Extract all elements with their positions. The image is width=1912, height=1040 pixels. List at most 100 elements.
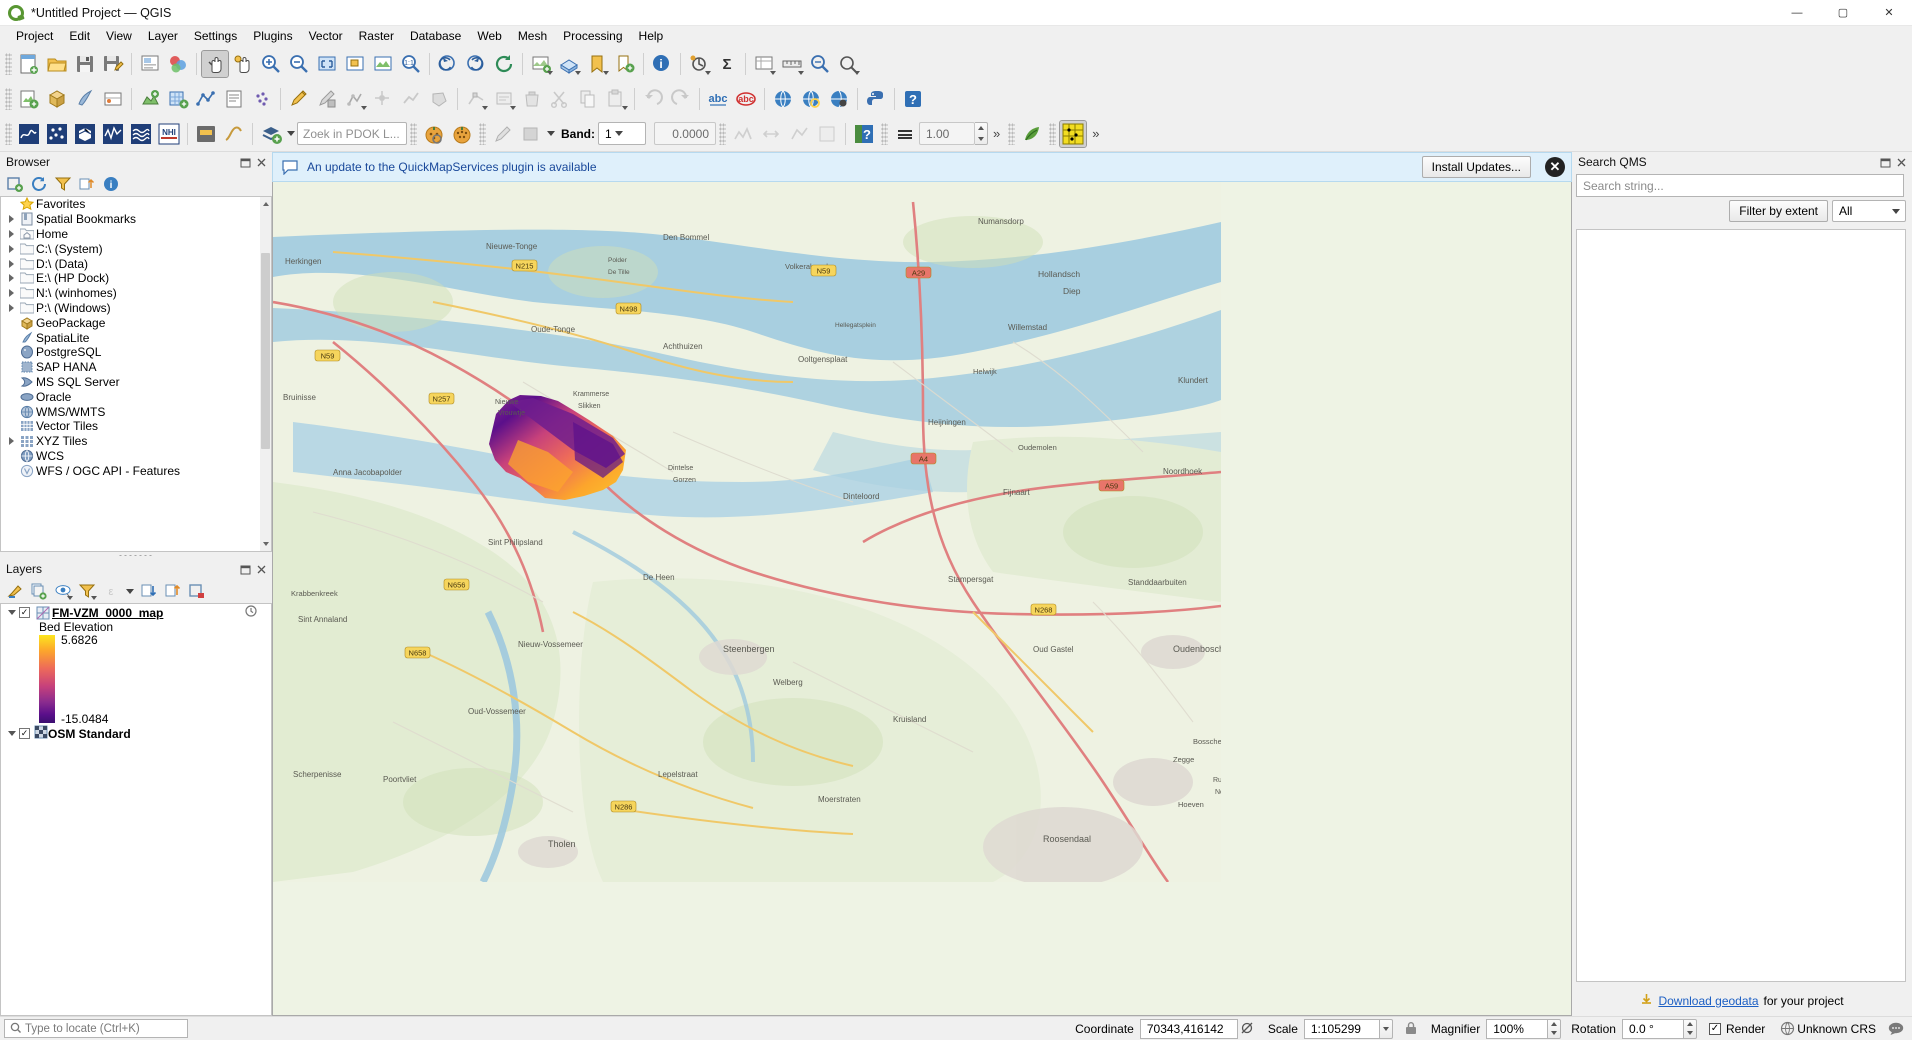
- browser-item-favorites[interactable]: Favorites: [1, 197, 271, 212]
- python-console-icon[interactable]: [863, 86, 889, 112]
- chevron-down-icon[interactable]: [124, 582, 136, 600]
- layer-name[interactable]: FM-VZM_0000_map: [52, 606, 163, 620]
- layers-tree[interactable]: ✓ FM-VZM_0000_map Bed Elevation 5.: [0, 603, 272, 1016]
- browser-item-vector-tiles[interactable]: Vector Tiles: [1, 419, 271, 434]
- qms-settings-icon[interactable]: [826, 86, 852, 112]
- filter-by-extent-button[interactable]: Filter by extent: [1729, 200, 1828, 222]
- browser-item-n-winhomes[interactable]: N:\ (winhomes): [1, 286, 271, 301]
- scroll-up-arrow[interactable]: [261, 199, 270, 209]
- close-icon[interactable]: ✕: [1545, 157, 1565, 177]
- expand-arrow[interactable]: [5, 304, 18, 312]
- crayfish-icon[interactable]: [758, 121, 784, 147]
- download-geodata-link[interactable]: Download geodata: [1658, 994, 1758, 1008]
- add-point-feature-icon[interactable]: [370, 86, 396, 112]
- magnifier-field[interactable]: 100%: [1486, 1019, 1548, 1039]
- float-icon[interactable]: [238, 155, 252, 169]
- save-plugin-icon[interactable]: [193, 121, 219, 147]
- label-toolbar-icon[interactable]: abc: [705, 86, 731, 112]
- scale-field[interactable]: 1:105299: [1304, 1019, 1380, 1039]
- save-layer-edits-icon[interactable]: [314, 86, 340, 112]
- globe-icon[interactable]: [1777, 1021, 1797, 1036]
- clock-indicator-icon[interactable]: [245, 605, 257, 620]
- new-print-layout-icon[interactable]: [137, 51, 163, 77]
- toolbar-overflow-chevron-2[interactable]: »: [1087, 126, 1104, 141]
- menu-raster[interactable]: Raster: [351, 27, 402, 45]
- line-width-stepper[interactable]: [975, 122, 988, 145]
- qms-search-input[interactable]: Search string...: [1576, 174, 1904, 197]
- browser-item-p-windows[interactable]: P:\ (Windows): [1, 301, 271, 316]
- locate-input[interactable]: Type to locate (Ctrl+K): [4, 1019, 188, 1038]
- browser-item-e-hp-dock[interactable]: E:\ (HP Dock): [1, 271, 271, 286]
- menu-layer[interactable]: Layer: [140, 27, 186, 45]
- new-map-view-icon[interactable]: [528, 51, 554, 77]
- identify-features-icon[interactable]: i: [649, 51, 675, 77]
- browser-tree[interactable]: FavoritesSpatial BookmarksHomeC:\ (Syste…: [0, 196, 272, 552]
- add-group-icon[interactable]: [28, 580, 50, 602]
- browser-item-d-data[interactable]: D:\ (Data): [1, 256, 271, 271]
- toolbar-grip[interactable]: [1049, 123, 1056, 145]
- add-mesh-layer-icon[interactable]: [193, 86, 219, 112]
- vertex-tool-icon[interactable]: [463, 86, 489, 112]
- copy-features-icon[interactable]: [575, 86, 601, 112]
- zoom-next-icon[interactable]: [463, 51, 489, 77]
- expand-arrow[interactable]: [5, 260, 18, 268]
- cut-features-icon[interactable]: [547, 86, 573, 112]
- manage-visibility-icon[interactable]: [52, 580, 74, 602]
- qms-filter-select[interactable]: All: [1832, 200, 1906, 222]
- grid-plugin-icon[interactable]: [1060, 121, 1086, 147]
- line-width-value[interactable]: 1.00: [919, 122, 975, 145]
- layer-name[interactable]: OSM Standard: [48, 727, 131, 741]
- filter-legend-icon[interactable]: [76, 580, 98, 602]
- modify-attributes-icon[interactable]: [491, 86, 517, 112]
- zoom-full-icon[interactable]: [314, 51, 340, 77]
- toolbar-grip[interactable]: [5, 123, 12, 145]
- add-polygon-feature-icon[interactable]: [426, 86, 452, 112]
- expand-all-icon[interactable]: [138, 580, 160, 602]
- browser-item-ms-sql-server[interactable]: MS SQL Server: [1, 375, 271, 390]
- nhi-tools-icon[interactable]: [16, 121, 42, 147]
- properties-info-icon[interactable]: i: [100, 173, 122, 195]
- pumpkin-icon[interactable]: [449, 121, 475, 147]
- mesh-icon[interactable]: [786, 121, 812, 147]
- add-point-cloud-icon[interactable]: [249, 86, 275, 112]
- stars-plugin-icon[interactable]: [44, 121, 70, 147]
- add-raster-layer-icon[interactable]: [165, 86, 191, 112]
- profile-icon[interactable]: [730, 121, 756, 147]
- nhi-icon[interactable]: NHI: [156, 121, 182, 147]
- float-icon[interactable]: [238, 562, 252, 576]
- new-bookmark-icon[interactable]: [612, 51, 638, 77]
- new-project-icon[interactable]: [16, 51, 42, 77]
- zoom-to-selection-icon[interactable]: [342, 51, 368, 77]
- expand-arrow[interactable]: [5, 215, 18, 223]
- scroll-down-arrow[interactable]: [261, 539, 270, 549]
- render-checkbox[interactable]: ✓: [1709, 1023, 1721, 1035]
- zoom-in-icon[interactable]: [258, 51, 284, 77]
- zoom-to-layer-icon[interactable]: [370, 51, 396, 77]
- 3d-box-icon[interactable]: [72, 121, 98, 147]
- help-contents-icon[interactable]: ?: [900, 86, 926, 112]
- lock-scale-icon[interactable]: [1401, 1021, 1421, 1036]
- add-line-feature-icon[interactable]: [398, 86, 424, 112]
- freehand-icon[interactable]: [221, 121, 247, 147]
- scale-dropdown[interactable]: [1380, 1019, 1393, 1039]
- menu-edit[interactable]: Edit: [61, 27, 98, 45]
- close-icon[interactable]: [254, 155, 268, 169]
- new-spatialite-icon[interactable]: [72, 86, 98, 112]
- menu-web[interactable]: Web: [469, 27, 509, 45]
- zoom-last-icon[interactable]: [435, 51, 461, 77]
- toolbar-overflow-chevron[interactable]: »: [988, 126, 1005, 141]
- expand-arrow[interactable]: [5, 245, 18, 253]
- map-canvas[interactable]: Nieuwe-TongeHerkingenDen BommelNumansdor…: [272, 182, 1572, 1016]
- browser-item-wfs-ogc-api-features[interactable]: WFS / OGC API - Features: [1, 463, 271, 478]
- browser-item-spatial-bookmarks[interactable]: Spatial Bookmarks: [1, 212, 271, 227]
- close-icon[interactable]: [254, 562, 268, 576]
- add-vector-layer-icon[interactable]: [137, 86, 163, 112]
- pan-map-icon[interactable]: [202, 51, 228, 77]
- browser-item-c-system[interactable]: C:\ (System): [1, 241, 271, 256]
- statistical-summary-icon[interactable]: Σ: [714, 51, 740, 77]
- undo-icon[interactable]: [640, 86, 666, 112]
- expand-arrow[interactable]: [5, 731, 19, 736]
- maximize-button[interactable]: ▢: [1820, 0, 1866, 26]
- pumpkin-search-icon[interactable]: [421, 121, 447, 147]
- qms-results-list[interactable]: [1576, 229, 1906, 982]
